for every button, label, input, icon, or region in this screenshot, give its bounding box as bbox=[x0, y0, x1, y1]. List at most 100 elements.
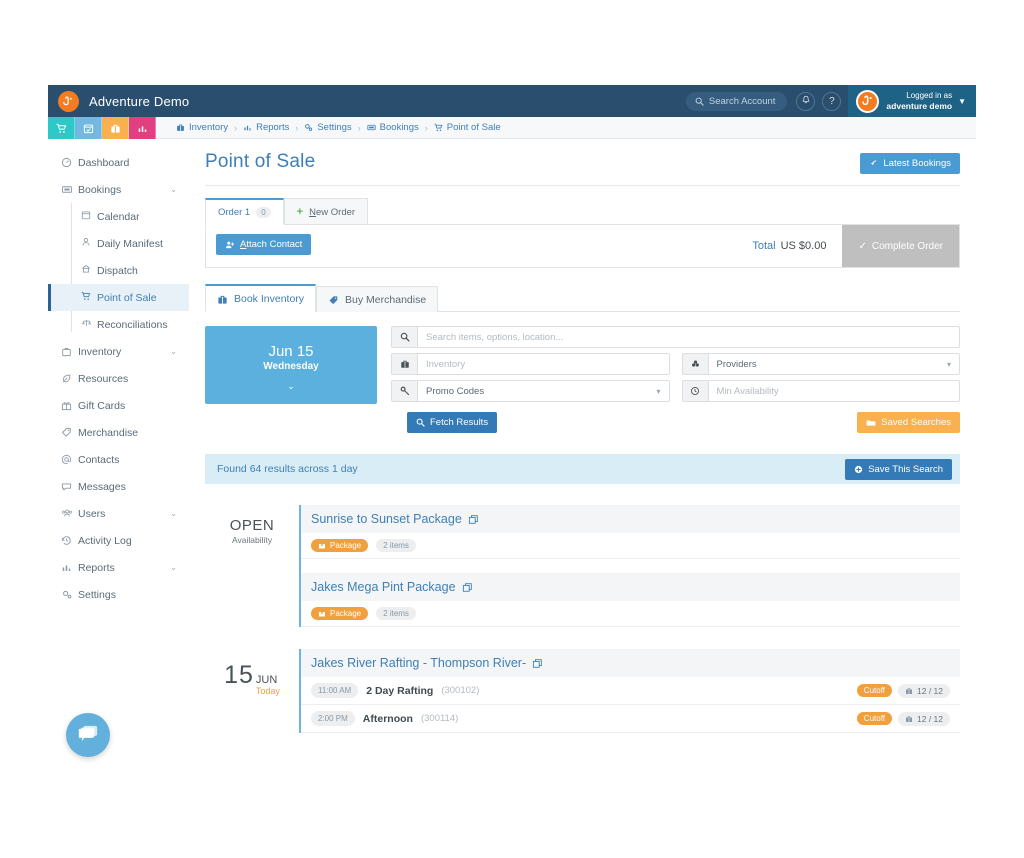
chevron-down-icon: ▾ bbox=[656, 387, 660, 396]
min-availability-input[interactable]: Min Availability bbox=[708, 380, 961, 402]
row-time: 11:00 AM bbox=[311, 683, 358, 698]
result-group-day: 15 JUN Today Jakes River Rafting - Thomp… bbox=[205, 649, 960, 733]
quick-tile-calendar[interactable] bbox=[75, 117, 102, 139]
fetch-results-button[interactable]: Fetch Results bbox=[407, 412, 497, 433]
copy-icon[interactable] bbox=[468, 514, 479, 525]
sidebar-item-dashboard[interactable]: Dashboard bbox=[48, 149, 189, 176]
providers-filter-select[interactable]: Providers ▾ bbox=[708, 353, 961, 375]
tab-order-1[interactable]: Order 1 0 bbox=[205, 198, 284, 225]
history-icon bbox=[61, 535, 78, 546]
sidebar-item-messages[interactable]: Messages bbox=[48, 473, 189, 500]
brand[interactable]: Adventure Demo bbox=[48, 91, 189, 112]
sidebar-item-resources[interactable]: Resources bbox=[48, 365, 189, 392]
ticket-icon bbox=[61, 184, 78, 195]
sidebar-item-users[interactable]: Users ⌄ bbox=[48, 500, 189, 527]
breadcrumb-bar: Inventory › Reports › Settings › Booking… bbox=[48, 117, 976, 139]
sidebar-item-calendar[interactable]: Calendar bbox=[48, 203, 189, 230]
save-this-search-button[interactable]: Save This Search bbox=[845, 459, 952, 480]
result-group-items: Jakes River Rafting - Thompson River- 11… bbox=[299, 649, 960, 733]
status-badge: Cutoff bbox=[857, 712, 892, 725]
chevron-down-icon: ⌄ bbox=[170, 509, 189, 518]
complete-order-button[interactable]: ✓ Complete Order bbox=[842, 225, 959, 267]
result-row[interactable]: 2:00 PM Afternoon (300114) Cutoff 12 / 1… bbox=[301, 705, 960, 733]
help-button[interactable]: ? bbox=[822, 92, 841, 111]
date-picker-card[interactable]: Jun 15 Wednesday ⌄ bbox=[205, 326, 377, 404]
account-search-box[interactable]: Search Account bbox=[686, 92, 788, 111]
quick-tile-inventory[interactable] bbox=[102, 117, 129, 139]
sidebar-item-point-of-sale[interactable]: Point of Sale bbox=[48, 284, 189, 311]
results-summary-text: Found 64 results across 1 day bbox=[217, 463, 358, 475]
sidebar-item-label: Settings bbox=[78, 589, 189, 601]
quick-tiles bbox=[48, 117, 156, 138]
breadcrumb-item-settings[interactable]: Settings bbox=[304, 122, 351, 133]
sidebar-item-merchandise[interactable]: Merchandise bbox=[48, 419, 189, 446]
sidebar-item-dispatch[interactable]: Dispatch bbox=[48, 257, 189, 284]
result-item-title[interactable]: Jakes River Rafting - Thompson River- bbox=[301, 649, 960, 677]
latest-bookings-button[interactable]: Latest Bookings bbox=[860, 153, 960, 174]
result-item-title[interactable]: Sunrise to Sunset Package bbox=[301, 505, 960, 533]
search-input[interactable]: Search items, options, location... bbox=[417, 326, 960, 348]
order-total-label: Total bbox=[752, 240, 775, 252]
sidebar-item-daily-manifest[interactable]: Daily Manifest bbox=[48, 230, 189, 257]
breadcrumb-item-inventory[interactable]: Inventory bbox=[176, 122, 228, 133]
sidebar-item-contacts[interactable]: Contacts bbox=[48, 446, 189, 473]
breadcrumb-item-bookings[interactable]: Bookings bbox=[367, 122, 419, 133]
sidebar-item-label: Activity Log bbox=[78, 535, 189, 547]
sidebar-item-label: Inventory bbox=[78, 346, 170, 358]
briefcase-icon bbox=[391, 353, 417, 375]
at-icon bbox=[61, 454, 78, 465]
result-row[interactable]: Package 2 items bbox=[301, 601, 960, 627]
clock-icon bbox=[682, 380, 708, 402]
inventory-tabs: Book Inventory Buy Merchandise bbox=[205, 284, 960, 312]
folder-icon bbox=[866, 418, 876, 427]
quick-tile-reports[interactable] bbox=[129, 117, 156, 139]
breadcrumb-item-reports[interactable]: Reports bbox=[243, 122, 289, 133]
brand-name: Adventure Demo bbox=[89, 94, 189, 109]
latest-bookings-label: Latest Bookings bbox=[883, 158, 951, 169]
save-this-search-label: Save This Search bbox=[868, 464, 943, 475]
sidebar-item-reconciliations[interactable]: Reconciliations bbox=[48, 311, 189, 338]
gears-icon bbox=[61, 589, 78, 600]
breadcrumb: Inventory › Reports › Settings › Booking… bbox=[176, 117, 501, 138]
tab-buy-merchandise[interactable]: Buy Merchandise bbox=[316, 286, 438, 312]
breadcrumb-separator: › bbox=[425, 123, 428, 133]
sidebar-item-inventory[interactable]: Inventory ⌄ bbox=[48, 338, 189, 365]
sidebar-item-activity-log[interactable]: Activity Log bbox=[48, 527, 189, 554]
sidebar-item-reports[interactable]: Reports ⌄ bbox=[48, 554, 189, 581]
providers-filter-group: Providers ▾ bbox=[682, 353, 961, 375]
user-menu[interactable]: Logged in as adventure demo ▼ bbox=[848, 85, 976, 117]
inventory-filter-input[interactable]: Inventory bbox=[417, 353, 670, 375]
inventory-filter-group: Inventory bbox=[391, 353, 670, 375]
row-time: 2:00 PM bbox=[311, 711, 355, 726]
open-availability-sub: Availability bbox=[205, 535, 299, 545]
result-row[interactable]: Package 2 items bbox=[301, 533, 960, 559]
saved-searches-button[interactable]: Saved Searches bbox=[857, 412, 960, 433]
breadcrumb-label: Point of Sale bbox=[447, 122, 501, 133]
chat-widget-button[interactable] bbox=[66, 713, 110, 757]
copy-icon[interactable] bbox=[462, 582, 473, 593]
notifications-button[interactable] bbox=[796, 92, 815, 111]
quick-tile-cart[interactable] bbox=[48, 117, 75, 139]
bar-chart-icon bbox=[243, 123, 252, 132]
result-item-title[interactable]: Jakes Mega Pint Package bbox=[301, 573, 960, 601]
sidebar-item-bookings[interactable]: Bookings ⌄ bbox=[48, 176, 189, 203]
sidebar-item-settings[interactable]: Settings bbox=[48, 581, 189, 608]
breadcrumb-label: Bookings bbox=[380, 122, 419, 133]
smiley-swirl-icon bbox=[861, 94, 875, 108]
bar-chart-icon bbox=[137, 123, 148, 134]
saved-searches-label: Saved Searches bbox=[881, 417, 951, 428]
copy-icon[interactable] bbox=[532, 658, 543, 669]
briefcase-icon bbox=[217, 294, 228, 305]
sidebar-item-gift-cards[interactable]: Gift Cards bbox=[48, 392, 189, 419]
breadcrumb-item-point-of-sale[interactable]: Point of Sale bbox=[434, 122, 501, 133]
attach-contact-button[interactable]: Attach Contact bbox=[216, 234, 311, 255]
result-group-items: Sunrise to Sunset Package Package 2 item… bbox=[299, 505, 960, 627]
app-window: Adventure Demo Search Account ? bbox=[48, 85, 976, 775]
tab-book-inventory[interactable]: Book Inventory bbox=[205, 284, 316, 312]
promo-codes-select[interactable]: Promo Codes ▾ bbox=[417, 380, 670, 402]
open-availability-title: OPEN bbox=[205, 517, 299, 534]
briefcase-icon bbox=[110, 123, 121, 134]
tab-new-order[interactable]: + New Order bbox=[284, 198, 368, 224]
order-panel: Attach Contact Total US $0.00 ✓ Complete… bbox=[205, 224, 960, 268]
result-row[interactable]: 11:00 AM 2 Day Rafting (300102) Cutoff 1… bbox=[301, 677, 960, 705]
